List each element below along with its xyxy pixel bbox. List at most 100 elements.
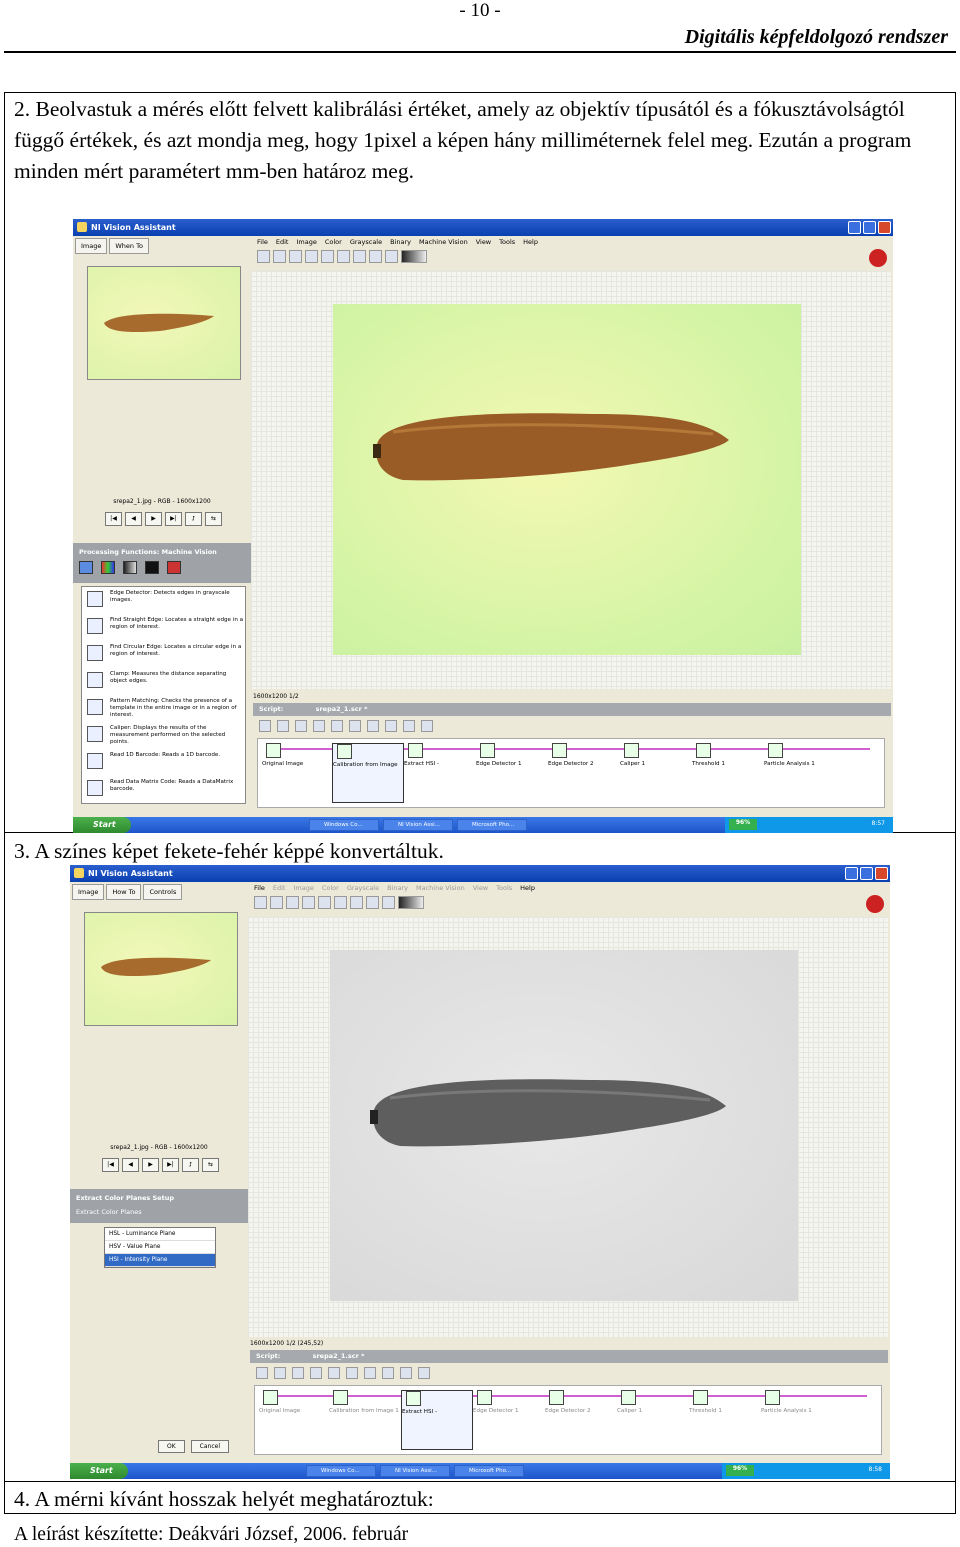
menu-edit[interactable]: Edit: [276, 238, 289, 246]
taskbar-item[interactable]: Microsoft Pho...: [454, 1465, 524, 1477]
script-icon[interactable]: [321, 250, 334, 263]
function-item[interactable]: Clamp: Measures the distance separating …: [82, 668, 245, 695]
image-display-area[interactable]: [248, 917, 888, 1337]
close-button[interactable]: [875, 867, 888, 880]
menu-color[interactable]: Color: [322, 884, 339, 892]
menu-help[interactable]: Help: [520, 884, 535, 892]
menu-help[interactable]: Help: [523, 238, 538, 246]
taskbar-item[interactable]: NI Vision Assi...: [383, 819, 453, 831]
maximize-button[interactable]: [860, 867, 873, 880]
cancel-button[interactable]: Cancel: [190, 1440, 229, 1453]
open-script-icon[interactable]: [274, 1367, 286, 1379]
script-step[interactable]: Original Image: [259, 1390, 331, 1414]
move-left-icon[interactable]: [367, 720, 379, 732]
function-item[interactable]: Find Circular Edge: Locates a circular e…: [82, 641, 245, 668]
new-script-icon[interactable]: [256, 1367, 268, 1379]
next-image-button[interactable]: ▶: [145, 512, 162, 526]
script-step[interactable]: Particle Analysis 1: [764, 743, 836, 767]
script-step[interactable]: Caliper 1: [617, 1390, 689, 1414]
process-icon[interactable]: [302, 896, 315, 909]
zoom-fit-icon[interactable]: [366, 896, 379, 909]
gradient-icon[interactable]: [398, 896, 424, 909]
previous-image-button[interactable]: ◀: [122, 1158, 139, 1172]
tab-how-to[interactable]: How To: [106, 884, 142, 900]
run-script-icon[interactable]: [331, 720, 343, 732]
start-button[interactable]: Start: [73, 817, 131, 833]
menu-view[interactable]: View: [473, 884, 488, 892]
binary-category-icon[interactable]: [145, 561, 159, 574]
acquire-icon[interactable]: [273, 250, 286, 263]
browse-icon[interactable]: [286, 896, 299, 909]
maximize-button[interactable]: [863, 221, 876, 234]
new-script-icon[interactable]: [259, 720, 271, 732]
zoom-out-icon[interactable]: [350, 896, 363, 909]
swap-image-button[interactable]: ⇆: [202, 1158, 219, 1172]
move-left-icon[interactable]: [364, 1367, 376, 1379]
image-thumbnail[interactable]: [84, 912, 238, 1026]
function-item[interactable]: Pattern Matching: Checks the presence of…: [82, 695, 245, 722]
last-image-button[interactable]: ▶|: [162, 1158, 179, 1172]
image-display-area[interactable]: [251, 271, 891, 689]
export-image-button[interactable]: ⮥: [182, 1158, 199, 1172]
image-thumbnail[interactable]: [87, 266, 241, 380]
function-item[interactable]: Find Straight Edge: Locates a straight e…: [82, 614, 245, 641]
cut-icon[interactable]: [400, 1367, 412, 1379]
copy-icon[interactable]: [418, 1367, 430, 1379]
start-button[interactable]: Start: [70, 1463, 128, 1479]
browse-icon[interactable]: [289, 250, 302, 263]
info-icon[interactable]: [310, 1367, 322, 1379]
zoom-fit-icon[interactable]: [369, 250, 382, 263]
script-step[interactable]: Original Image: [262, 743, 334, 767]
save-script-icon[interactable]: [292, 1367, 304, 1379]
menu-edit[interactable]: Edit: [273, 884, 286, 892]
script-step[interactable]: Particle Analysis 1: [761, 1390, 833, 1414]
function-item[interactable]: Caliper: Displays the results of the mea…: [82, 722, 245, 749]
menu-tools[interactable]: Tools: [499, 238, 515, 246]
image-category-icon[interactable]: [79, 561, 93, 574]
previous-image-button[interactable]: ◀: [125, 512, 142, 526]
function-item[interactable]: Read Data Matrix Code: Reads a DataMatri…: [82, 776, 245, 803]
taskbar-item[interactable]: NI Vision Assi...: [380, 1465, 450, 1477]
menu-image[interactable]: Image: [296, 238, 316, 246]
menu-binary[interactable]: Binary: [390, 238, 411, 246]
main-image-panel[interactable]: [330, 950, 798, 1301]
minimize-button[interactable]: [848, 221, 861, 234]
color-category-icon[interactable]: [101, 561, 115, 574]
function-item[interactable]: Edge Detector: Detects edges in grayscal…: [82, 587, 245, 614]
menu-machine-vision[interactable]: Machine Vision: [416, 884, 465, 892]
first-image-button[interactable]: |◀: [102, 1158, 119, 1172]
script-step[interactable]: Edge Detector 1: [473, 1390, 545, 1414]
script-step[interactable]: Edge Detector 2: [548, 743, 620, 767]
menu-view[interactable]: View: [476, 238, 491, 246]
zoom-in-icon[interactable]: [334, 896, 347, 909]
taskbar-item[interactable]: Windows Co...: [306, 1465, 376, 1477]
menu-file[interactable]: File: [257, 238, 268, 246]
tab-image[interactable]: Image: [75, 238, 108, 254]
script-step[interactable]: Extract HSI -: [401, 1390, 473, 1450]
open-icon[interactable]: [257, 250, 270, 263]
zoom-in-icon[interactable]: [337, 250, 350, 263]
plane-option-selected[interactable]: HSI - Intensity Plane: [105, 1254, 215, 1267]
zoom-out-icon[interactable]: [353, 250, 366, 263]
export-image-button[interactable]: ⮥: [185, 512, 202, 526]
minimize-button[interactable]: [845, 867, 858, 880]
move-right-icon[interactable]: [385, 720, 397, 732]
step-icon[interactable]: [349, 720, 361, 732]
step-icon[interactable]: [346, 1367, 358, 1379]
main-image-panel[interactable]: [333, 304, 801, 655]
copy-icon[interactable]: [421, 720, 433, 732]
gradient-icon[interactable]: [401, 250, 427, 263]
process-icon[interactable]: [305, 250, 318, 263]
tab-when-to[interactable]: When To: [109, 238, 149, 254]
open-script-icon[interactable]: [277, 720, 289, 732]
menu-tools[interactable]: Tools: [496, 884, 512, 892]
swap-image-button[interactable]: ⇆: [205, 512, 222, 526]
script-icon[interactable]: [318, 896, 331, 909]
ok-button[interactable]: OK: [158, 1440, 185, 1453]
script-step[interactable]: Edge Detector 2: [545, 1390, 617, 1414]
palette-icon[interactable]: [385, 250, 398, 263]
save-script-icon[interactable]: [295, 720, 307, 732]
menu-grayscale[interactable]: Grayscale: [350, 238, 382, 246]
script-step[interactable]: Calibration from Image 1: [329, 1390, 401, 1414]
menu-file[interactable]: File: [254, 884, 265, 892]
